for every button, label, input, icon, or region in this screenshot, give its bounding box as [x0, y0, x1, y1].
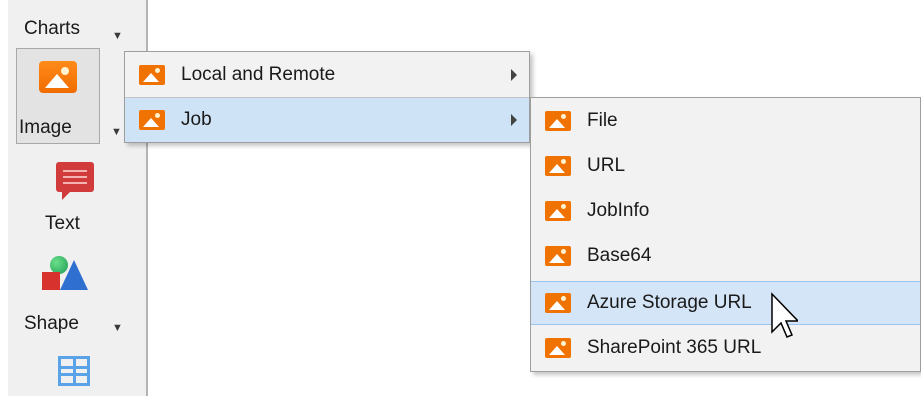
submenu-arrow-icon [511, 69, 517, 81]
image-icon [545, 293, 571, 313]
menu-item-azure-storage-url[interactable]: Azure Storage URL [531, 281, 920, 325]
image-icon [139, 110, 165, 130]
image-button[interactable]: Image [16, 48, 100, 144]
image-dropdown-icon[interactable]: ▼ [111, 126, 122, 138]
menu-item-local-and-remote[interactable]: Local and Remote [125, 53, 529, 97]
image-menu: Local and Remote Job [124, 51, 530, 143]
shape-dropdown-icon[interactable]: ▼ [112, 322, 123, 334]
image-icon [545, 111, 571, 131]
text-label[interactable]: Text [45, 213, 80, 235]
text-icon[interactable] [56, 162, 94, 200]
menu-item-base64[interactable]: Base64 [531, 234, 920, 278]
image-icon [545, 338, 571, 358]
charts-dropdown-icon[interactable]: ▼ [112, 30, 123, 42]
image-icon [545, 156, 571, 176]
image-icon [139, 65, 165, 85]
menu-item-file[interactable]: File [531, 99, 920, 143]
submenu-arrow-icon [511, 114, 517, 126]
designer-window: Charts ▼ Image ▼ Text Shape ▼ Local and … [0, 0, 921, 396]
job-submenu: File URL JobInfo Base64 Azure Storage UR… [530, 97, 921, 372]
menu-item-url[interactable]: URL [531, 144, 920, 188]
charts-label[interactable]: Charts [24, 18, 80, 40]
image-label: Image [19, 117, 72, 138]
shape-icon[interactable] [42, 256, 88, 294]
menu-item-sharepoint-365-url[interactable]: SharePoint 365 URL [531, 326, 920, 370]
menu-item-job[interactable]: Job [125, 98, 529, 142]
shape-label[interactable]: Shape [24, 313, 79, 335]
table-icon[interactable] [58, 356, 90, 386]
mouse-cursor-icon [771, 292, 798, 338]
image-icon [545, 246, 571, 266]
image-icon [545, 201, 571, 221]
menu-item-jobinfo[interactable]: JobInfo [531, 189, 920, 233]
image-icon [39, 61, 77, 93]
